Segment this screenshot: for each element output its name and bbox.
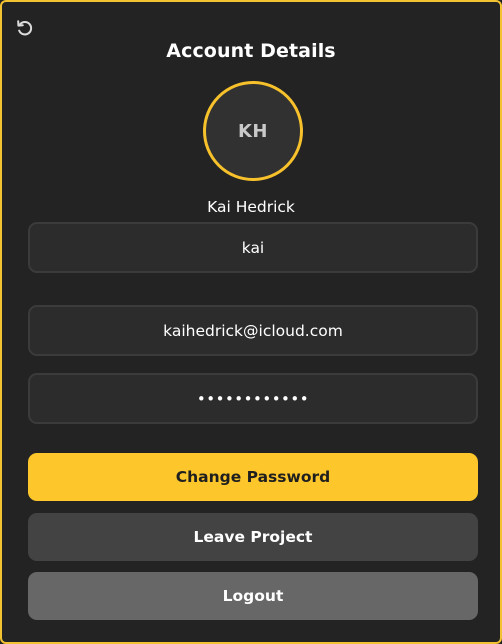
change-password-label: Change Password [175, 468, 331, 486]
logout-label: Logout [222, 587, 284, 605]
change-password-button[interactable]: Change Password [28, 453, 478, 501]
user-full-name: Kai Hedrick [207, 198, 295, 216]
email-field[interactable] [28, 305, 478, 356]
username-field[interactable] [28, 222, 478, 273]
leave-project-label: Leave Project [193, 528, 313, 546]
undo-arrow-icon [17, 20, 33, 36]
logout-button[interactable]: Logout [28, 572, 478, 620]
account-details-panel: Account Details KH Kai Hedrick Change Pa… [0, 0, 502, 644]
password-field[interactable] [28, 373, 478, 424]
avatar-initials: KH [237, 120, 268, 142]
leave-project-button[interactable]: Leave Project [28, 513, 478, 561]
back-button[interactable] [14, 17, 36, 39]
avatar: KH [203, 81, 303, 181]
page-title: Account Details [166, 40, 336, 62]
